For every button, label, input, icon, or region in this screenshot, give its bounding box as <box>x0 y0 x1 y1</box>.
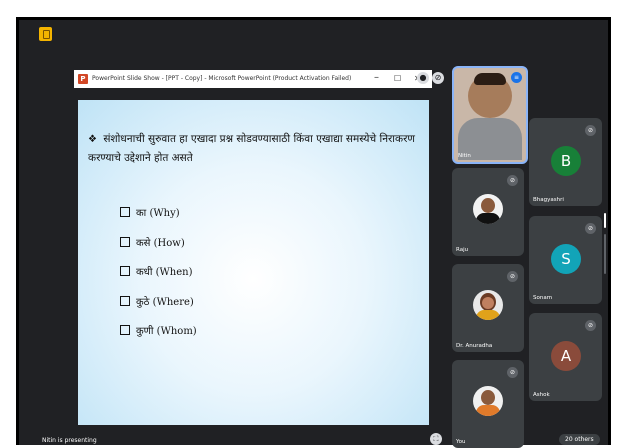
avatar: A <box>551 341 581 371</box>
checkbox-icon <box>120 325 130 335</box>
ppt-titlebar: P PowerPoint Slide Show - [PPT - Copy] -… <box>74 70 432 88</box>
doc-icon[interactable] <box>39 27 52 41</box>
mic-off-icon: ⊘ <box>585 125 596 136</box>
bullet-symbol: ❖ <box>88 134 97 145</box>
avatar <box>473 194 503 224</box>
participant-tile-sonam[interactable]: ⊘ S Sonam <box>529 216 602 304</box>
avatar: S <box>551 244 581 274</box>
checkbox-icon <box>120 237 130 247</box>
mic-off-icon: ⊘ <box>585 223 596 234</box>
avatar <box>473 386 503 416</box>
mic-off-icon: ⊘ <box>507 367 518 378</box>
slide-bullet: ❖ संशोधनाची सुरुवात हा एखादा प्रश्न सोडव… <box>88 130 418 168</box>
pin-icon[interactable]: ● <box>417 72 429 84</box>
mic-off-icon: ⊘ <box>507 271 518 282</box>
checkbox-icon <box>120 207 130 217</box>
maximize-button[interactable]: ☐ <box>394 74 401 83</box>
slide-list-item: कधी (When) <box>120 264 192 278</box>
powerpoint-icon: P <box>78 74 88 84</box>
participant-tile-you[interactable]: ⊘ You <box>452 360 524 448</box>
slide-list-item: कुणी (Whom) <box>120 323 197 337</box>
participant-tile-raju[interactable]: ⊘ Raju <box>452 168 524 256</box>
participant-tile-ashok[interactable]: ⊘ A Ashok <box>529 313 602 401</box>
ppt-window-title: PowerPoint Slide Show - [PPT - Copy] - M… <box>92 75 352 82</box>
meeting-window: P PowerPoint Slide Show - [PPT - Copy] -… <box>16 17 611 448</box>
presentation-slide: ❖ संशोधनाची सुरुवात हा एखादा प्रश्न सोडव… <box>78 100 429 425</box>
participant-tile-nitin[interactable]: ≡ Nitin <box>452 66 528 164</box>
slide-list-item: का (Why) <box>120 205 180 219</box>
slide-list-item: कसे (How) <box>120 235 185 249</box>
fullscreen-icon[interactable]: ⛶ <box>430 433 442 445</box>
checkbox-icon <box>120 296 130 306</box>
mic-off-icon: ⊘ <box>585 320 596 331</box>
others-count-button[interactable]: 20 others <box>559 434 600 445</box>
speaking-indicator-icon: ≡ <box>511 72 522 83</box>
mic-off-icon: ⊘ <box>507 175 518 186</box>
mic-off-icon[interactable]: ⊘ <box>432 72 444 84</box>
participant-tile-dr-anuradha[interactable]: ⊘ Dr. Anuradha <box>452 264 524 352</box>
scrollbar-track[interactable] <box>604 234 606 274</box>
slide-bullet-text: संशोधनाची सुरुवात हा एखादा प्रश्न सोडवण्… <box>88 133 415 164</box>
scrollbar-thumb[interactable] <box>604 213 606 228</box>
avatar <box>473 290 503 320</box>
avatar: B <box>551 146 581 176</box>
participant-tile-bhagyashri[interactable]: ⊘ B Bhagyashri <box>529 118 602 206</box>
checkbox-icon <box>120 266 130 276</box>
slide-list-item: कुठे (Where) <box>120 294 194 308</box>
minimize-button[interactable]: – <box>374 72 379 83</box>
presenting-status: Nitin is presenting <box>42 437 97 444</box>
